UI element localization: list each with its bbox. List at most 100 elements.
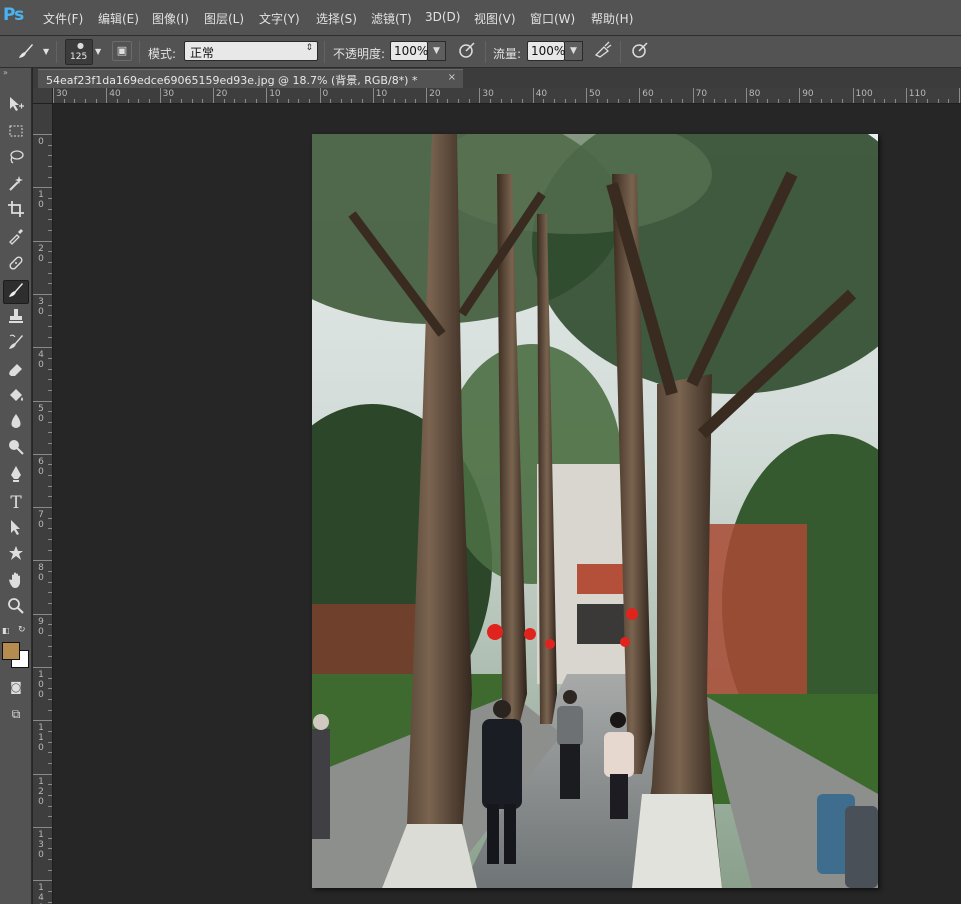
opacity-dropdown-icon[interactable]: ▼: [428, 41, 446, 61]
ruler-label: 10: [375, 89, 388, 99]
vertical-ruler[interactable]: 0 10 20 30 40 50 60 70 80 90 100 110 120 130 140: [33, 104, 53, 904]
menu-view[interactable]: 视图(V): [474, 10, 516, 27]
ruler-minor-tick: [95, 99, 97, 103]
menu-help[interactable]: 帮助(H): [591, 10, 633, 27]
menu-type[interactable]: 文字(Y): [259, 10, 300, 27]
ruler-minor-tick: [458, 99, 460, 103]
ruler-minor-tick: [48, 144, 52, 146]
flow-label: 流量:: [493, 47, 522, 61]
ruler-minor-tick: [48, 464, 52, 466]
document-tab[interactable]: 54eaf23f1da169edce69065159ed93e.jpg @ 18…: [38, 69, 463, 88]
ruler-minor-tick: [234, 99, 236, 103]
divider: [324, 41, 325, 63]
brush-preset-arrow-icon[interactable]: ▼: [43, 47, 49, 56]
foreground-color-swatch[interactable]: [2, 642, 20, 660]
ruler-minor-tick: [138, 99, 140, 103]
magic-wand-icon[interactable]: [3, 174, 29, 198]
flow-input[interactable]: 100%: [527, 41, 565, 61]
ruler-minor-tick: [48, 635, 52, 637]
ruler-label: 30: [56, 89, 68, 99]
ruler-minor-tick: [436, 99, 438, 103]
type-icon[interactable]: T: [3, 491, 29, 515]
swap-colors-icon[interactable]: ↻: [18, 625, 26, 635]
blur-icon[interactable]: [3, 412, 29, 436]
ruler-minor-tick: [48, 784, 52, 786]
document-image[interactable]: [312, 134, 878, 888]
eyedropper-icon[interactable]: [3, 227, 29, 251]
pen-icon[interactable]: [3, 465, 29, 489]
ruler-label: 40: [109, 89, 121, 99]
menu-edit[interactable]: 编辑(E): [98, 10, 139, 27]
eraser-icon[interactable]: [3, 359, 29, 383]
pressure-opacity-icon[interactable]: [456, 41, 478, 63]
ruler-minor-tick: [48, 219, 52, 221]
ruler-tick: [33, 773, 52, 775]
updown-arrow-icon: ⇕: [305, 43, 313, 53]
brush-dot-icon: ●: [77, 41, 84, 50]
move-icon[interactable]: [3, 95, 29, 119]
path-selection-icon[interactable]: [3, 518, 29, 542]
stamp-icon[interactable]: [3, 307, 29, 331]
paint-bucket-icon[interactable]: [3, 386, 29, 410]
ruler-tick: [532, 88, 534, 103]
opacity-input[interactable]: 100%: [390, 41, 428, 61]
airbrush-icon[interactable]: [592, 41, 614, 63]
healing-brush-icon[interactable]: [3, 254, 29, 278]
brush-panel-toggle-icon[interactable]: ▣: [112, 41, 132, 61]
divider: [56, 41, 57, 63]
ruler-minor-tick: [48, 432, 52, 434]
ruler-tick: [33, 293, 52, 295]
hand-icon[interactable]: [3, 571, 29, 595]
default-colors-icon[interactable]: ◧: [2, 626, 10, 635]
ruler-minor-tick: [48, 229, 52, 231]
photoshop-logo: Ps: [3, 5, 24, 25]
horizontal-ruler[interactable]: 3040302010010203040506070809010011012: [53, 88, 961, 104]
menu-filter[interactable]: 滤镜(T): [371, 10, 412, 27]
menu-layer[interactable]: 图层(L): [204, 10, 244, 27]
screen-mode-icon[interactable]: ⧉: [3, 702, 29, 726]
ruler-minor-tick: [48, 603, 52, 605]
ruler-minor-tick: [340, 99, 342, 103]
ruler-origin[interactable]: [33, 88, 53, 104]
ruler-minor-tick: [116, 99, 118, 103]
history-brush-icon[interactable]: [3, 333, 29, 357]
shape-icon[interactable]: [3, 544, 29, 568]
ruler-label: 110: [38, 723, 44, 754]
ruler-tick: [479, 88, 481, 103]
ruler-minor-tick: [500, 99, 502, 103]
mode-select[interactable]: 正常 ⇕: [184, 41, 318, 61]
ruler-minor-tick: [841, 99, 843, 103]
ruler-minor-tick: [884, 99, 886, 103]
ruler-minor-tick: [649, 99, 651, 103]
ruler-label: 100: [855, 89, 873, 99]
ruler-minor-tick: [724, 99, 726, 103]
dodge-icon[interactable]: [3, 438, 29, 462]
menu-3d[interactable]: 3D(D): [425, 10, 460, 24]
ruler-tick: [745, 88, 747, 103]
menu-select[interactable]: 选择(S): [316, 10, 357, 27]
ruler-tick: [33, 134, 52, 135]
brush-icon[interactable]: [3, 280, 29, 304]
brush-size-arrow-icon[interactable]: ▼: [95, 47, 101, 56]
menu-file[interactable]: 文件(F): [43, 10, 83, 27]
ruler-minor-tick: [48, 901, 52, 903]
ruler-minor-tick: [681, 99, 683, 103]
lasso-icon[interactable]: [3, 148, 29, 172]
collapse-panel-icon[interactable]: »: [3, 68, 8, 77]
brush-size-picker[interactable]: ● 125: [65, 39, 93, 65]
ruler-minor-tick: [202, 99, 204, 103]
crop-icon[interactable]: [3, 200, 29, 224]
ruler-label: 20: [38, 243, 44, 264]
ruler-tick: [159, 88, 161, 103]
menu-window[interactable]: 窗口(W): [530, 10, 575, 27]
ruler-minor-tick: [383, 99, 385, 103]
brush-preset-icon[interactable]: [15, 41, 37, 63]
menu-image[interactable]: 图像(I): [152, 10, 189, 27]
marquee-icon[interactable]: [3, 122, 29, 146]
close-icon[interactable]: ×: [448, 72, 456, 83]
quick-mask-icon[interactable]: ◙: [3, 675, 29, 699]
flow-dropdown-icon[interactable]: ▼: [565, 41, 583, 61]
zoom-icon[interactable]: [3, 597, 29, 621]
ruler-minor-tick: [48, 475, 52, 477]
pressure-size-icon[interactable]: [629, 41, 651, 63]
